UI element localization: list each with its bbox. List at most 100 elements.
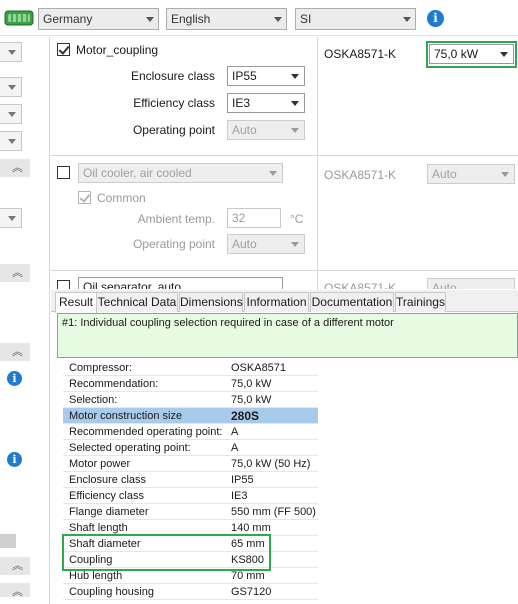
- enclosure-class-select[interactable]: IP55: [227, 66, 305, 86]
- enclosure-class-label: Enclosure class: [130, 69, 215, 83]
- left-dropdown[interactable]: [0, 104, 22, 124]
- ambient-temp-value: 32: [232, 211, 246, 225]
- oil-cooler-value: Oil cooler, air cooled: [83, 166, 192, 180]
- operating-point-select[interactable]: Auto: [227, 234, 305, 254]
- row-key: Compressor:: [69, 362, 132, 374]
- common-checkbox[interactable]: [78, 191, 91, 204]
- row-value: 75,0 kW: [231, 394, 272, 406]
- language-value: English: [171, 12, 211, 26]
- enclosure-class-value: IP55: [232, 69, 257, 83]
- left-dropdown[interactable]: [0, 77, 22, 97]
- left-dropdown[interactable]: [0, 42, 22, 62]
- units-select[interactable]: SI: [295, 8, 416, 30]
- table-row: Recommendation: 75,0 kW: [63, 376, 318, 392]
- tab-documentation[interactable]: Documentation: [310, 292, 394, 312]
- divider: [317, 37, 318, 290]
- oil-separator-option-select[interactable]: Auto: [427, 278, 515, 289]
- row-value: 75,0 kW: [231, 378, 272, 390]
- ambient-temp-unit: °C: [290, 212, 304, 226]
- chevron-down-icon: [291, 242, 299, 247]
- chevron-down-icon: [8, 216, 16, 221]
- chevron-up-icon: ︽: [12, 267, 23, 279]
- chevron-down-icon: [291, 74, 299, 79]
- country-select[interactable]: Germany: [38, 8, 159, 30]
- chevron-down-icon: [269, 171, 277, 176]
- chevron-down-icon: [8, 112, 16, 117]
- row-key: Motor construction size: [69, 410, 183, 422]
- row-key: Selection:: [69, 394, 118, 406]
- country-value: Germany: [43, 12, 93, 26]
- table-row: Selected operating point: A: [63, 440, 318, 456]
- ambient-temp-input[interactable]: 32: [227, 208, 281, 228]
- table-row: Coupling housing GS7120: [63, 584, 318, 600]
- row-value: A: [231, 442, 239, 454]
- collapse-bar[interactable]: ︽: [0, 159, 30, 177]
- tab-dimensions[interactable]: Dimensions: [179, 292, 243, 312]
- row-key: Enclosure class: [69, 474, 147, 486]
- motor-power-select[interactable]: 75,0 kW: [429, 44, 514, 64]
- collapse-bar[interactable]: ︽: [0, 583, 30, 598]
- table-row: Selection: 75,0 kW: [63, 392, 318, 408]
- compressor-model-label: OSKA8571-K: [324, 168, 397, 182]
- message-box: #1: Individual coupling selection requir…: [57, 313, 518, 358]
- oil-cooler-select[interactable]: Oil cooler, air cooled: [78, 163, 283, 183]
- chevron-down-icon: [8, 50, 16, 55]
- operating-point-select[interactable]: Auto: [227, 120, 305, 140]
- info-icon[interactable]: i: [7, 452, 22, 467]
- result-tabbar: Result Technical Data Dimensions Informa…: [51, 290, 518, 313]
- chevron-down-icon: [146, 17, 154, 22]
- collapse-bar[interactable]: ︽: [0, 343, 30, 361]
- chevron-down-icon: [274, 17, 282, 22]
- table-row: Flange diameter 550 mm (FF 500): [63, 504, 318, 520]
- oil-cooler-option-value: Auto: [432, 167, 457, 181]
- chevron-up-icon: ︽: [12, 560, 23, 572]
- chevron-down-icon: [500, 52, 508, 57]
- tab-trainings[interactable]: Trainings: [395, 292, 446, 312]
- table-row: Enclosure class IP55: [63, 472, 318, 488]
- info-icon[interactable]: i: [7, 371, 22, 386]
- efficiency-class-value: IE3: [232, 96, 251, 110]
- common-label: Common: [97, 191, 146, 205]
- table-row: Recommended operating point: A: [63, 424, 318, 440]
- info-icon[interactable]: i: [427, 10, 444, 27]
- operating-point-value: Auto: [232, 237, 257, 251]
- compressor-model-label: OSKA8571-K: [324, 47, 397, 61]
- table-row: Compressor: OSKA8571: [63, 360, 318, 376]
- left-dropdown[interactable]: [0, 131, 22, 151]
- chevron-down-icon: [8, 85, 16, 90]
- oil-cooler-checkbox[interactable]: [57, 166, 70, 179]
- chevron-up-icon: ︽: [12, 586, 23, 598]
- collapse-bar[interactable]: ︽: [0, 264, 30, 282]
- table-row: Efficiency class IE3: [63, 488, 318, 504]
- language-select[interactable]: English: [166, 8, 287, 30]
- divider: [51, 155, 518, 156]
- tab-technical-data[interactable]: Technical Data: [96, 292, 178, 312]
- operating-point-label: Operating point: [132, 123, 215, 137]
- row-value: 280S: [231, 409, 260, 423]
- row-value: IP55: [231, 474, 254, 486]
- row-key: Recommendation:: [69, 378, 159, 390]
- slider-handle[interactable]: [0, 534, 16, 548]
- efficiency-class-label: Efficiency class: [133, 96, 215, 110]
- callout-box: [62, 534, 271, 571]
- oil-separator-select[interactable]: Oil separator, auto: [78, 277, 283, 289]
- ambient-temp-label: Ambient temp.: [137, 212, 215, 226]
- row-key: Recommended operating point:: [69, 426, 223, 438]
- efficiency-class-select[interactable]: IE3: [227, 93, 305, 113]
- motor-coupling-checkbox[interactable]: [57, 43, 70, 56]
- collapse-bar[interactable]: ︽: [0, 557, 30, 575]
- chevron-down-icon: [403, 17, 411, 22]
- units-value: SI: [300, 12, 312, 26]
- oil-separator-checkbox[interactable]: [57, 280, 70, 289]
- oil-cooler-option-select[interactable]: Auto: [427, 164, 515, 184]
- left-dropdown[interactable]: [0, 208, 22, 228]
- row-key: Selected operating point:: [69, 442, 191, 454]
- compressor-icon[interactable]: [4, 8, 34, 28]
- motor-power-value: 75,0 kW: [434, 47, 479, 61]
- row-key: Flange diameter: [69, 506, 149, 518]
- motor-coupling-label: Motor_coupling: [76, 43, 159, 57]
- tab-information[interactable]: Information: [244, 292, 309, 312]
- chevron-up-icon: ︽: [12, 346, 23, 358]
- tab-result[interactable]: Result: [55, 292, 97, 313]
- row-value: 75,0 kW (50 Hz): [231, 458, 311, 470]
